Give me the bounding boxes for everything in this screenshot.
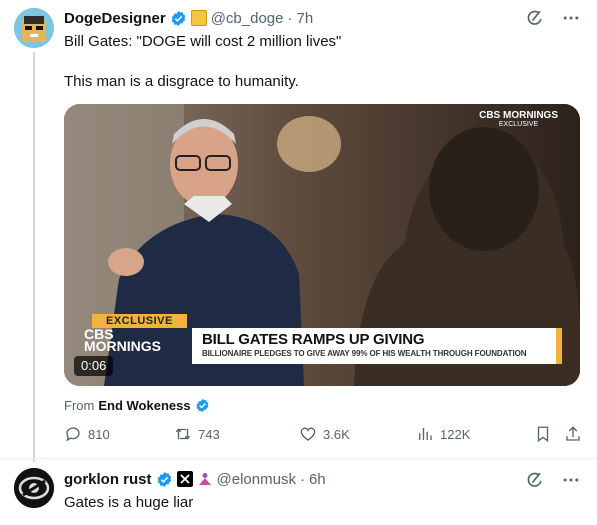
from-attribution: From End Wokeness <box>64 396 210 414</box>
share-button[interactable] <box>564 424 582 444</box>
post-top-actions <box>525 8 581 28</box>
video-timer: 0:06 <box>74 356 114 376</box>
views-button[interactable]: 122K <box>416 424 470 444</box>
repost-count: 743 <box>198 426 220 442</box>
timestamp[interactable]: 6h <box>309 471 326 488</box>
views-count: 122K <box>440 426 471 442</box>
headline-banner: BILL GATES RAMPS UP GIVING BILLIONAIRE P… <box>192 328 562 364</box>
share-icon <box>566 426 580 441</box>
handle[interactable]: @elonmusk <box>217 471 296 488</box>
corner-logo-text: CBS MORNINGS <box>479 110 558 121</box>
avatar-dogedesigner[interactable] <box>14 8 54 48</box>
bookmark-icon <box>537 426 549 443</box>
news-lower-third: EXCLUSIVE CBS MORNINGS BILL GATES RAMPS … <box>64 314 580 364</box>
headline: BILL GATES RAMPS UP GIVING <box>202 331 425 348</box>
display-name[interactable]: gorklon rust <box>64 471 152 488</box>
like-button[interactable]: 3.6K <box>299 424 350 444</box>
timestamp[interactable]: 7h <box>296 10 313 27</box>
avatar-gorklon-rust[interactable] <box>14 468 54 508</box>
post-header: gorklon rust @elonmusk · 6h <box>64 469 326 489</box>
like-count: 3.6K <box>323 426 350 442</box>
post-text-line-1: Bill Gates: "DOGE will cost 2 million li… <box>64 33 342 50</box>
reply-icon <box>66 427 80 442</box>
cbs-corner-logo: CBS MORNINGS EXCLUSIVE <box>479 110 558 128</box>
more-icon[interactable] <box>561 470 581 490</box>
bookmark-button[interactable] <box>534 424 552 444</box>
more-icon[interactable] <box>561 8 581 28</box>
from-name[interactable]: End Wokeness <box>98 398 190 413</box>
logo-bottom: MORNINGS <box>84 338 161 354</box>
post-dogedesigner[interactable]: DogeDesigner @cb_doge · 7h Bill Gates: "… <box>0 0 597 462</box>
thread-line <box>33 52 35 462</box>
verified-badge-icon <box>171 10 185 26</box>
display-name[interactable]: DogeDesigner <box>64 10 166 27</box>
verified-badge-icon <box>157 471 171 487</box>
post-gorklon-rust[interactable]: gorklon rust @elonmusk · 6h Gates is a h… <box>0 458 597 525</box>
corner-exclusive-text: EXCLUSIVE <box>498 121 539 128</box>
post-header: DogeDesigner @cb_doge · 7h <box>64 8 313 28</box>
separator: · <box>299 470 305 488</box>
subheadline: BILLIONAIRE PLEDGES TO GIVE AWAY 99% OF … <box>202 349 527 358</box>
post-actions: 810 743 3.6K 122K <box>64 424 584 444</box>
views-icon <box>419 428 432 440</box>
post-text-line-2: This man is a disgrace to humanity. <box>64 73 299 90</box>
reply-count: 810 <box>88 426 110 442</box>
like-icon <box>300 427 316 441</box>
from-label: From <box>64 397 95 413</box>
repost-icon <box>175 428 191 440</box>
affiliate-badge-icon <box>190 10 207 26</box>
reply-button[interactable]: 810 <box>64 424 110 444</box>
grok-icon[interactable] <box>525 8 545 28</box>
verified-badge-icon <box>196 398 209 412</box>
post-top-actions <box>525 470 581 490</box>
repost-button[interactable]: 743 <box>174 424 220 444</box>
grok-icon[interactable] <box>525 470 545 490</box>
gov-affiliate-icon <box>198 473 211 485</box>
x-logo-icon <box>176 471 193 487</box>
separator: · <box>287 9 293 27</box>
post-text-line-1: Gates is a huge liar <box>64 494 194 511</box>
handle[interactable]: @cb_doge <box>211 10 284 27</box>
video-player[interactable]: CBS MORNINGS EXCLUSIVE EXCLUSIVE CBS MOR… <box>64 104 580 386</box>
